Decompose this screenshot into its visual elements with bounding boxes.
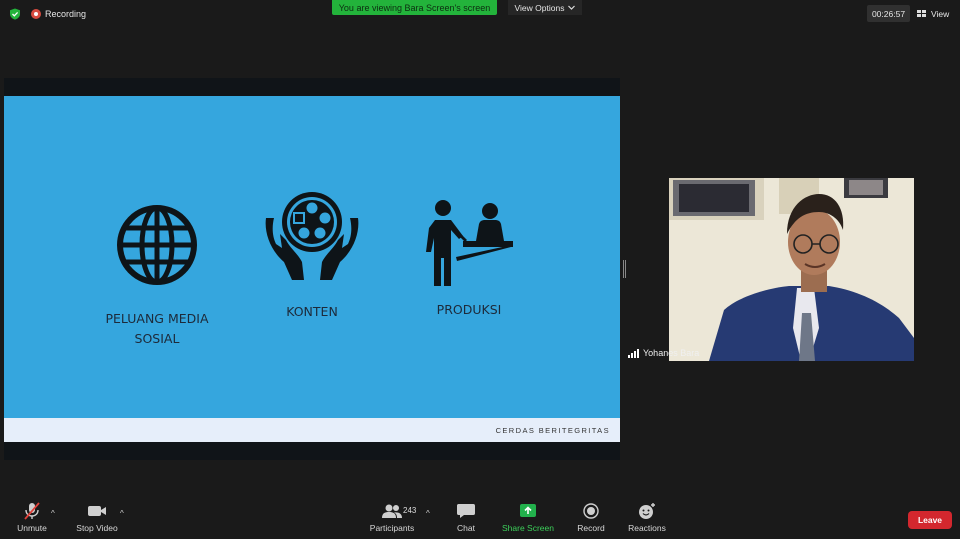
feature-konten: KONTEN (257, 192, 367, 322)
chat-label: Chat (457, 523, 475, 533)
recording-label: Recording (45, 9, 87, 19)
record-dot-icon (31, 9, 41, 19)
slide-footer: CERDAS BERITEGRITAS (4, 418, 620, 442)
participants-label: Participants (369, 523, 415, 533)
globe-icon (117, 205, 197, 285)
share-screen-label: Share Screen (502, 523, 554, 533)
presentation-slide: PELUANG MEDIA SOSIAL KONTEN PRODUKSI CER… (4, 96, 620, 442)
video-camera-icon (88, 506, 106, 516)
record-icon (583, 503, 599, 519)
reactions-smiley-icon (639, 503, 655, 519)
chevron-down-icon (568, 5, 576, 10)
feature-label-line1: KONTEN (286, 304, 338, 319)
reactions-button[interactable]: Reactions (626, 502, 668, 533)
viewing-banner: You are viewing Bara Screen's screen (332, 0, 497, 15)
slide-footer-text: CERDAS BERITEGRITAS (495, 425, 610, 435)
unmute-label: Unmute (17, 523, 47, 533)
view-button[interactable]: View (917, 5, 949, 22)
unmute-button[interactable]: Unmute (10, 502, 54, 533)
view-options-button[interactable]: View Options (508, 0, 582, 15)
participants-icon (382, 504, 402, 518)
participant-count-badge: 243 (403, 506, 417, 515)
feature-peluang-media-sosial: PELUANG MEDIA SOSIAL (102, 204, 212, 349)
video-options-caret-icon[interactable]: ^ (120, 509, 124, 518)
meeting-timer: 00:26:57 (867, 5, 910, 22)
participants-options-caret-icon[interactable]: ^ (426, 509, 430, 518)
resize-handle[interactable] (623, 260, 626, 278)
leave-button[interactable]: Leave (908, 511, 952, 529)
feature-label-line1: PELUANG MEDIA (105, 311, 209, 326)
participant-name-tag: Yohanes Bara (628, 348, 699, 358)
feature-label-line1: PRODUKSI (436, 302, 502, 317)
audio-options-caret-icon[interactable]: ^ (51, 509, 55, 518)
reactions-label: Reactions (628, 523, 666, 533)
participant-video-frame (669, 178, 914, 361)
participant-video[interactable] (669, 178, 914, 361)
consultation-icon (426, 200, 513, 286)
feature-produksi: PRODUKSI (414, 198, 524, 320)
participant-name: Yohanes Bara (643, 348, 700, 358)
share-screen-button[interactable]: Share Screen (502, 502, 554, 533)
hands-film-reel-icon (265, 192, 359, 280)
top-bar: Recording You are viewing Bara Screen's … (0, 0, 960, 28)
share-screen-icon (520, 504, 536, 517)
microphone-muted-icon (24, 502, 40, 520)
bottom-toolbar: Unmute ^ Stop Video ^ Participants 243 ^… (0, 498, 960, 539)
view-options-label: View Options (514, 2, 565, 13)
stop-video-label: Stop Video (76, 523, 118, 533)
chat-bubble-icon (457, 504, 475, 518)
chat-button[interactable]: Chat (452, 502, 480, 533)
shield-check-icon[interactable] (9, 8, 21, 20)
feature-label-line2: SOSIAL (134, 331, 180, 346)
grid-view-icon (917, 9, 926, 17)
record-button[interactable]: Record (574, 502, 608, 533)
stop-video-button[interactable]: Stop Video (74, 502, 120, 533)
view-label: View (931, 8, 950, 19)
signal-strength-icon (628, 348, 639, 358)
record-label: Record (577, 523, 605, 533)
recording-indicator[interactable]: Recording (31, 9, 86, 19)
